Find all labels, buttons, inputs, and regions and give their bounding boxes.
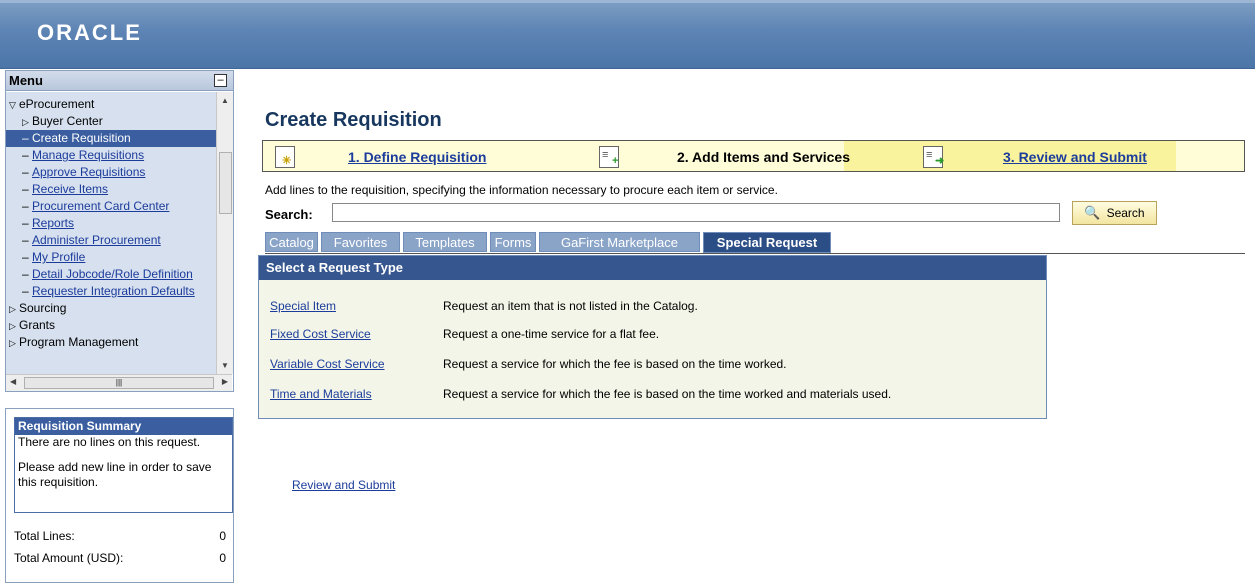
requisition-steps-bar: ✳ 1. Define Requisition ≡ + 2. Add Items… <box>262 140 1245 172</box>
scroll-left-icon[interactable]: ◀ <box>10 377 16 386</box>
total-amount-label: Total Amount (USD): <box>14 551 124 565</box>
requisition-summary-title: Requisition Summary <box>15 418 232 435</box>
menu-item-create-requisition[interactable]: – Create Requisition <box>6 130 232 147</box>
fixed-cost-service-description: Request a one-time service for a flat fe… <box>443 327 660 341</box>
menu-vertical-scrollbar[interactable]: ▲ ▼ <box>216 92 233 374</box>
collapsed-triangle-icon: ▷ <box>9 338 16 348</box>
step-review-and-submit[interactable]: 3. Review and Submit <box>1003 149 1147 165</box>
review-and-submit-link[interactable]: Review and Submit <box>292 478 395 492</box>
menu-item-approve-requisitions[interactable]: – Approve Requisitions <box>6 164 232 181</box>
menu-item-program-management[interactable]: ▷ Program Management <box>6 334 232 351</box>
scroll-right-icon[interactable]: ▶ <box>222 377 228 386</box>
menu-item-detail-jobcode[interactable]: – Detail Jobcode/Role Definition <box>6 266 232 283</box>
collapsed-triangle-icon: ▷ <box>22 117 29 127</box>
expanded-triangle-icon: ▽ <box>9 100 16 110</box>
scroll-thumb[interactable] <box>219 152 232 214</box>
menu-item-receive-items[interactable]: – Receive Items <box>6 181 232 198</box>
collapsed-triangle-icon: ▷ <box>9 321 16 331</box>
banner-topline <box>0 0 1255 3</box>
requisition-summary-box: Requisition Summary There are no lines o… <box>14 417 233 513</box>
menu-item-sourcing[interactable]: ▷ Sourcing <box>6 300 232 317</box>
menu-tree: ▽ eProcurement ▷ Buyer Center – Create Requ… <box>6 92 233 374</box>
collapsed-triangle-icon: ▷ <box>9 304 16 314</box>
menu-item-buyer-center[interactable]: ▷ Buyer Center <box>6 113 232 130</box>
special-item-description: Request an item that is not listed in th… <box>443 299 698 313</box>
page-title: Create Requisition <box>265 109 442 131</box>
menu-pane: Menu – ▽ eProcurement ▷ Buyer Center – Crea… <box>5 70 234 392</box>
oracle-logo: ORACLE <box>37 20 142 45</box>
menu-item-eprocurement[interactable]: ▽ eProcurement <box>6 96 232 113</box>
tab-favorites[interactable]: Favorites <box>321 232 400 252</box>
menu-item-reports[interactable]: – Reports <box>6 215 232 232</box>
variable-cost-service-description: Request a service for which the fee is b… <box>443 357 787 371</box>
menu-header: Menu – <box>6 71 233 91</box>
top-banner: ORACLE <box>0 0 1255 69</box>
time-and-materials-link[interactable]: Time and Materials <box>270 387 372 401</box>
total-lines-value: 0 <box>219 529 226 543</box>
tab-templates[interactable]: Templates <box>403 232 487 252</box>
define-requisition-icon: ✳ <box>275 146 295 168</box>
time-and-materials-description: Request a service for which the fee is b… <box>443 387 892 401</box>
summary-no-lines-text: There are no lines on this request. <box>18 435 201 449</box>
menu-item-manage-requisitions[interactable]: – Manage Requisitions <box>6 147 232 164</box>
menu-item-requester-integration[interactable]: – Requester Integration Defaults <box>6 283 232 300</box>
tab-special-request[interactable]: Special Request <box>703 232 831 253</box>
collapse-icon[interactable]: – <box>214 74 227 87</box>
tab-forms[interactable]: Forms <box>490 232 536 252</box>
magnifier-icon: 🔍 <box>1084 205 1101 220</box>
menu-horizontal-scrollbar[interactable]: ◀ ||| ▶ <box>6 374 232 391</box>
scroll-up-icon[interactable]: ▲ <box>221 96 229 105</box>
scroll-down-icon[interactable]: ▼ <box>221 361 229 370</box>
scroll-thumb-horizontal[interactable]: ||| <box>24 377 214 389</box>
total-lines-row: Total Lines: 0 <box>14 529 226 543</box>
review-submit-icon: ≡ ➜ <box>923 146 944 168</box>
search-label: Search: <box>265 207 313 222</box>
tab-gafirst-marketplace[interactable]: GaFirst Marketplace <box>539 232 700 252</box>
tab-catalog[interactable]: Catalog <box>265 232 318 252</box>
menu-item-my-profile[interactable]: – My Profile <box>6 249 232 266</box>
variable-cost-service-link[interactable]: Variable Cost Service <box>270 357 385 371</box>
search-button[interactable]: 🔍 Search <box>1072 201 1157 225</box>
total-amount-value: 0 <box>219 551 226 565</box>
page-instructions: Add lines to the requisition, specifying… <box>265 183 778 197</box>
step-define-requisition[interactable]: 1. Define Requisition <box>348 149 486 165</box>
search-input[interactable] <box>332 203 1060 222</box>
menu-item-administer-procurement[interactable]: – Administer Procurement <box>6 232 232 249</box>
special-item-link[interactable]: Special Item <box>270 299 336 313</box>
summary-add-line-text: Please add new line in order to save thi… <box>18 460 212 489</box>
menu-item-grants[interactable]: ▷ Grants <box>6 317 232 334</box>
total-lines-label: Total Lines: <box>14 529 75 543</box>
total-amount-row: Total Amount (USD): 0 <box>14 551 226 565</box>
menu-title: Menu <box>9 73 43 88</box>
requisition-summary-pane: Requisition Summary There are no lines o… <box>5 408 234 583</box>
add-items-icon: ≡ + <box>599 146 619 168</box>
request-type-panel: Select a Request Type Special Item Reque… <box>258 255 1047 419</box>
step-add-items-and-services: 2. Add Items and Services <box>677 149 850 165</box>
menu-item-procurement-card-center[interactable]: – Procurement Card Center <box>6 198 232 215</box>
request-type-panel-title: Select a Request Type <box>259 256 1046 280</box>
tab-divider-line <box>265 253 1245 254</box>
fixed-cost-service-link[interactable]: Fixed Cost Service <box>270 327 371 341</box>
